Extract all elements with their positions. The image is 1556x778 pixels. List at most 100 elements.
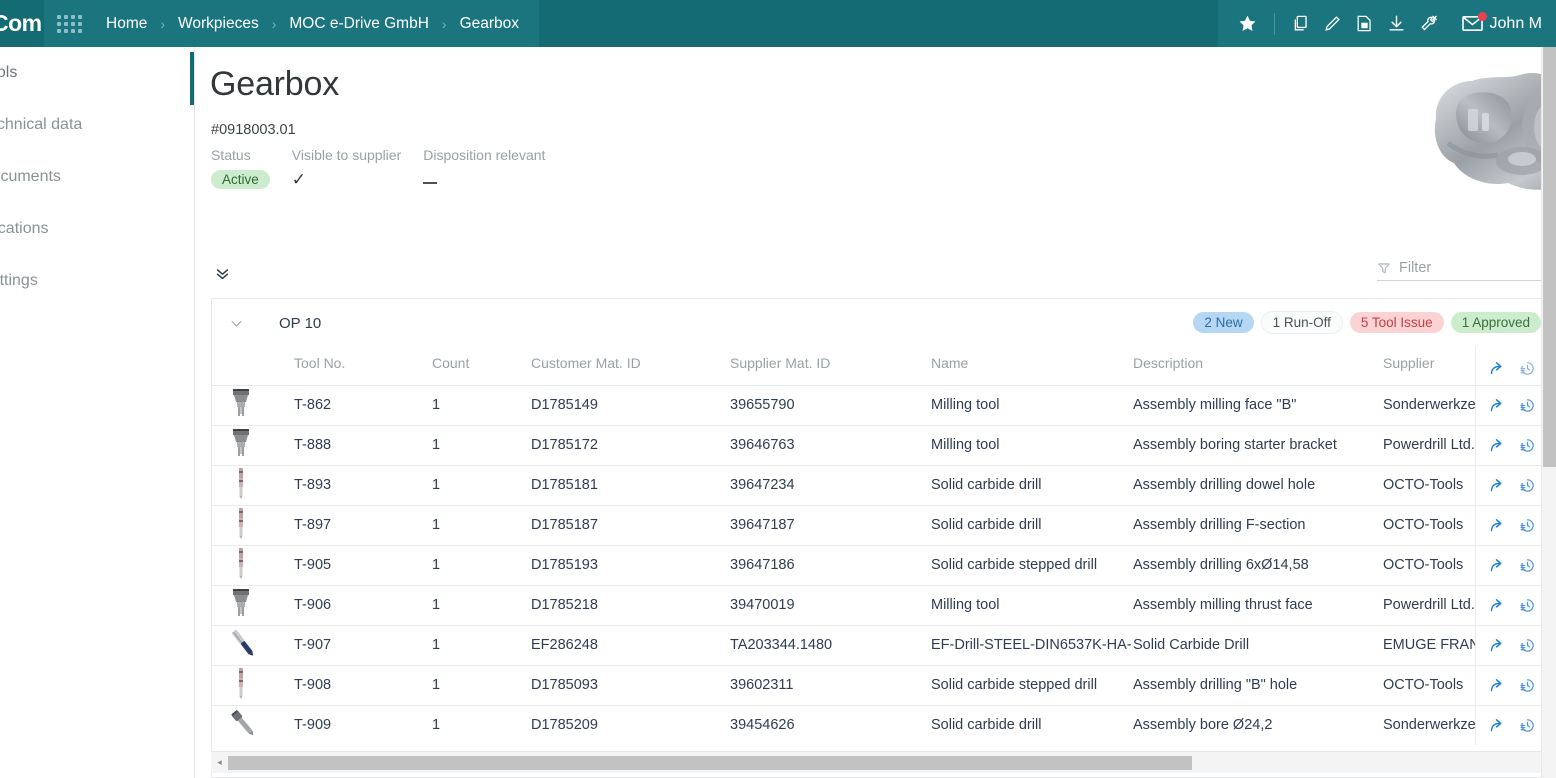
cell-customer-mat-id: D1785187	[531, 505, 730, 545]
vertical-scroll-thumb[interactable]	[1543, 47, 1556, 467]
table-row[interactable]: T-9081D178509339602311Solid carbide step…	[212, 665, 1480, 705]
user-menu[interactable]: John M	[1490, 15, 1546, 33]
sidebar-item-tools[interactable]: Tools	[0, 47, 194, 99]
edit-pencil-icon[interactable]	[1317, 9, 1349, 39]
tool-thumbnail	[212, 705, 294, 745]
table-row[interactable]: T-8621D178514939655790Milling toolAssemb…	[212, 385, 1480, 425]
sidebar-navigation: Tools Technical data Documents Locations…	[0, 47, 195, 778]
breadcrumb-item-gearbox[interactable]: Gearbox	[458, 13, 521, 35]
history-clock-icon[interactable]	[1519, 360, 1536, 377]
forward-arrow-icon[interactable]	[1488, 517, 1505, 534]
cell-name: Solid carbide drill	[931, 505, 1133, 545]
cell-name: Solid carbide drill	[931, 465, 1133, 505]
horizontal-scrollbar[interactable]: ◂ ▸	[211, 751, 1556, 773]
breadcrumb-item-home[interactable]: Home	[104, 13, 149, 35]
cell-name: Solid carbide stepped drill	[931, 665, 1133, 705]
column-header-description[interactable]: Description	[1133, 347, 1383, 385]
forward-arrow-icon[interactable]	[1488, 677, 1505, 694]
vertical-scrollbar[interactable]	[1541, 47, 1556, 778]
double-chevron-down-icon[interactable]	[209, 260, 235, 286]
status-chip-tool-issue[interactable]: 5 Tool Issue	[1350, 312, 1444, 333]
forward-arrow-icon[interactable]	[1488, 477, 1505, 494]
meta-label-visible-to-supplier: Visible to supplier	[292, 147, 401, 163]
breadcrumb-item-company[interactable]: MOC e-Drive GmbH	[287, 13, 431, 35]
table-row[interactable]: T-9061D178521839470019Milling toolAssemb…	[212, 585, 1480, 625]
tool-thumbnail	[212, 585, 294, 625]
chevron-down-icon[interactable]	[224, 311, 248, 335]
column-header-name[interactable]: Name	[931, 347, 1133, 385]
cell-description: Solid Carbide Drill	[1133, 625, 1383, 665]
sidebar-item-settings[interactable]: Settings	[0, 255, 194, 307]
history-clock-icon[interactable]	[1519, 517, 1536, 534]
table-row[interactable]: T-9091D178520939454626Solid carbide dril…	[212, 705, 1480, 745]
favorite-star-icon[interactable]	[1232, 9, 1264, 39]
cell-supplier: Powerdrill Ltd.	[1383, 425, 1480, 465]
filter-input[interactable]	[1399, 260, 1539, 276]
forward-arrow-icon[interactable]	[1488, 360, 1505, 377]
breadcrumb: Home › Workpieces › MOC e-Drive GmbH › G…	[104, 13, 521, 35]
scroll-left-arrow[interactable]: ◂	[211, 752, 228, 774]
column-header-supplier[interactable]: Supplier	[1383, 347, 1480, 385]
sidebar-item-label: Documents	[0, 168, 61, 186]
cell-customer-mat-id: D1785093	[531, 665, 730, 705]
history-clock-icon[interactable]	[1519, 597, 1536, 614]
copy-icon[interactable]	[1285, 9, 1317, 39]
forward-arrow-icon[interactable]	[1488, 557, 1505, 574]
history-clock-icon[interactable]	[1519, 677, 1536, 694]
app-grid-icon[interactable]	[56, 13, 82, 35]
table-row[interactable]: T-9071EF286248TA203344.1480EF-Drill-STEE…	[212, 625, 1480, 665]
column-header-supplier-mat-id[interactable]: Supplier Mat. ID	[730, 347, 931, 385]
table-header: Tool No. Count Customer Mat. ID Supplier…	[212, 347, 1480, 385]
breadcrumb-item-workpieces[interactable]: Workpieces	[176, 13, 261, 35]
column-header-count[interactable]: Count	[432, 347, 531, 385]
table-row[interactable]: T-8881D178517239646763Milling toolAssemb…	[212, 425, 1480, 465]
page-title: Gearbox	[210, 65, 339, 104]
report-document-icon[interactable]	[1349, 9, 1381, 39]
forward-arrow-icon[interactable]	[1488, 717, 1505, 734]
forward-arrow-icon[interactable]	[1488, 397, 1505, 414]
cell-customer-mat-id: D1785209	[531, 705, 730, 745]
column-header-customer-mat-id[interactable]: Customer Mat. ID	[531, 347, 730, 385]
forward-arrow-icon[interactable]	[1488, 437, 1505, 454]
horizontal-scroll-thumb[interactable]	[228, 756, 1192, 770]
cell-count: 1	[432, 465, 531, 505]
app-logo[interactable]: Com	[0, 10, 44, 37]
table-row[interactable]: T-9051D178519339647186Solid carbide step…	[212, 545, 1480, 585]
cell-supplier-mat-id: 39647187	[730, 505, 931, 545]
forward-arrow-icon[interactable]	[1488, 597, 1505, 614]
table-body: T-8621D178514939655790Milling toolAssemb…	[212, 385, 1480, 745]
filter-field[interactable]	[1377, 260, 1549, 281]
history-clock-icon[interactable]	[1519, 557, 1536, 574]
mail-icon[interactable]	[1461, 14, 1484, 33]
history-clock-icon[interactable]	[1519, 437, 1536, 454]
tool-list-card: OP 10 2 New 1 Run-Off 5 Tool Issue 1 App…	[211, 298, 1556, 778]
download-icon[interactable]	[1381, 9, 1413, 39]
column-header-tool-no[interactable]: Tool No.	[294, 347, 432, 385]
tool-thumbnail	[212, 465, 294, 505]
history-clock-icon[interactable]	[1519, 637, 1536, 654]
cell-supplier: OCTO-Tools	[1383, 665, 1480, 705]
history-clock-icon[interactable]	[1519, 477, 1536, 494]
status-chip-new[interactable]: 2 New	[1193, 312, 1253, 333]
forward-arrow-icon[interactable]	[1488, 637, 1505, 654]
history-clock-icon[interactable]	[1519, 397, 1536, 414]
history-clock-icon[interactable]	[1519, 717, 1536, 734]
cell-tool-no: T-909	[294, 705, 432, 745]
sidebar-item-documents[interactable]: Documents	[0, 151, 194, 203]
tool-settings-icon[interactable]	[1413, 9, 1445, 39]
horizontal-scroll-track[interactable]	[228, 756, 1539, 770]
sidebar-item-locations[interactable]: Locations	[0, 203, 194, 255]
gearbox-photo	[1404, 57, 1556, 207]
cell-count: 1	[432, 705, 531, 745]
table-row[interactable]: T-8971D178518739647187Solid carbide dril…	[212, 505, 1480, 545]
status-chip-runoff[interactable]: 1 Run-Off	[1261, 311, 1343, 334]
table-row[interactable]: T-8931D178518139647234Solid carbide dril…	[212, 465, 1480, 505]
status-chip-approved[interactable]: 1 Approved	[1451, 312, 1541, 333]
cell-name: Milling tool	[931, 425, 1133, 465]
tool-thumbnail	[212, 385, 294, 425]
cell-description: Assembly milling thrust face	[1133, 585, 1383, 625]
cell-description: Assembly drilling F-section	[1133, 505, 1383, 545]
tool-thumbnail	[212, 665, 294, 705]
main-content: Gearbox #0918003.01 Status Active Visibl…	[195, 47, 1556, 778]
sidebar-item-technical-data[interactable]: Technical data	[0, 99, 194, 151]
